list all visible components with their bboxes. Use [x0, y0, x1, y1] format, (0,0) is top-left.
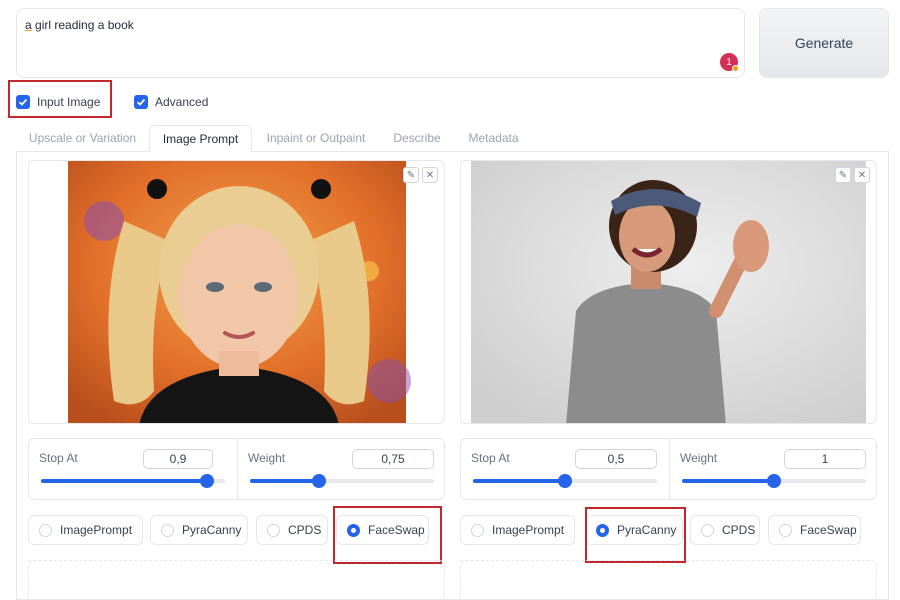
status-dot-icon	[732, 65, 739, 72]
input-image-label: Input Image	[37, 95, 101, 109]
type-label: FaceSwap	[800, 523, 857, 537]
weight-label: Weight	[248, 451, 286, 465]
radio-selected-icon	[347, 523, 360, 537]
slider-handle[interactable]	[767, 474, 781, 488]
weight-value[interactable]: 1	[784, 449, 866, 469]
tab-image-prompt[interactable]: Image Prompt	[149, 125, 252, 153]
slider-panel-1: Stop At 0,9 Weight 0,75	[28, 438, 445, 500]
pencil-icon[interactable]: ✎	[835, 167, 851, 183]
stop-at-value[interactable]: 0,5	[575, 449, 657, 469]
weight-value[interactable]: 0,75	[352, 449, 434, 469]
slider-handle[interactable]	[312, 474, 326, 488]
token-count: 1	[726, 56, 732, 68]
radio-icon	[39, 523, 52, 537]
checkmark-icon	[134, 95, 148, 109]
tab-inpaint-or-outpaint[interactable]: Inpaint or Outpaint	[256, 125, 376, 152]
type-option-pyracanny[interactable]: PyraCanny	[585, 515, 683, 545]
radio-icon	[701, 523, 714, 537]
image-drop-area[interactable]	[28, 560, 445, 600]
radio-icon	[161, 523, 174, 537]
radio-icon	[471, 523, 484, 537]
type-label: FaceSwap	[368, 523, 425, 537]
tab-describe[interactable]: Describe	[386, 125, 448, 152]
type-option-cpds[interactable]: CPDS	[690, 515, 760, 545]
portrait-image	[68, 161, 411, 423]
input-image-checkbox[interactable]: Input Image	[16, 91, 100, 113]
type-option-faceswap[interactable]: FaceSwap	[336, 515, 429, 545]
type-option-faceswap[interactable]: FaceSwap	[768, 515, 861, 545]
slider-panel-2: Stop At 0,5 Weight 1	[460, 438, 877, 500]
portrait-image	[471, 161, 866, 423]
type-label: CPDS	[288, 523, 322, 537]
type-label: ImagePrompt	[492, 523, 565, 537]
slider-handle[interactable]	[199, 474, 214, 488]
generate-button[interactable]: Generate	[759, 8, 889, 78]
prompt-text-first: a	[25, 18, 32, 32]
type-label: PyraCanny	[617, 523, 677, 537]
type-option-imageprompt[interactable]: ImagePrompt	[28, 515, 143, 545]
pencil-icon[interactable]: ✎	[403, 167, 419, 183]
type-label: CPDS	[722, 523, 756, 537]
prompt-input[interactable]: a girl reading a book 1	[16, 8, 745, 78]
type-option-pyracanny[interactable]: PyraCanny	[150, 515, 248, 545]
type-option-cpds[interactable]: CPDS	[256, 515, 328, 545]
image-drop-area[interactable]	[460, 560, 877, 600]
image-prompt-slot-1[interactable]: ✎ ✕	[28, 160, 445, 424]
tab-bar: Upscale or Variation Image Prompt Inpain…	[16, 125, 889, 153]
checkmark-icon	[16, 95, 30, 109]
stop-at-label: Stop At	[471, 451, 510, 465]
tab-upscale-or-variation[interactable]: Upscale or Variation	[16, 125, 149, 152]
radio-icon	[779, 523, 792, 537]
slider-handle[interactable]	[558, 474, 572, 488]
type-label: ImagePrompt	[60, 523, 133, 537]
stop-at-label: Stop At	[39, 451, 78, 465]
stop-at-slider[interactable]	[473, 474, 657, 488]
tab-metadata[interactable]: Metadata	[461, 125, 526, 152]
weight-slider[interactable]	[250, 474, 434, 488]
stop-at-value[interactable]: 0,9	[143, 449, 213, 469]
close-icon[interactable]: ✕	[422, 167, 438, 183]
stop-at-slider[interactable]	[41, 474, 225, 488]
token-counter-badge: 1	[720, 53, 739, 72]
weight-label: Weight	[680, 451, 718, 465]
radio-selected-icon	[596, 523, 609, 537]
type-label: PyraCanny	[182, 523, 242, 537]
close-icon[interactable]: ✕	[854, 167, 870, 183]
image-prompt-slot-2[interactable]: ✎ ✕	[460, 160, 877, 424]
prompt-text: girl reading a book	[31, 18, 134, 32]
type-option-imageprompt[interactable]: ImagePrompt	[460, 515, 575, 545]
weight-slider[interactable]	[682, 474, 866, 488]
advanced-checkbox[interactable]: Advanced	[134, 91, 208, 113]
advanced-label: Advanced	[155, 95, 209, 109]
radio-icon	[267, 523, 280, 537]
